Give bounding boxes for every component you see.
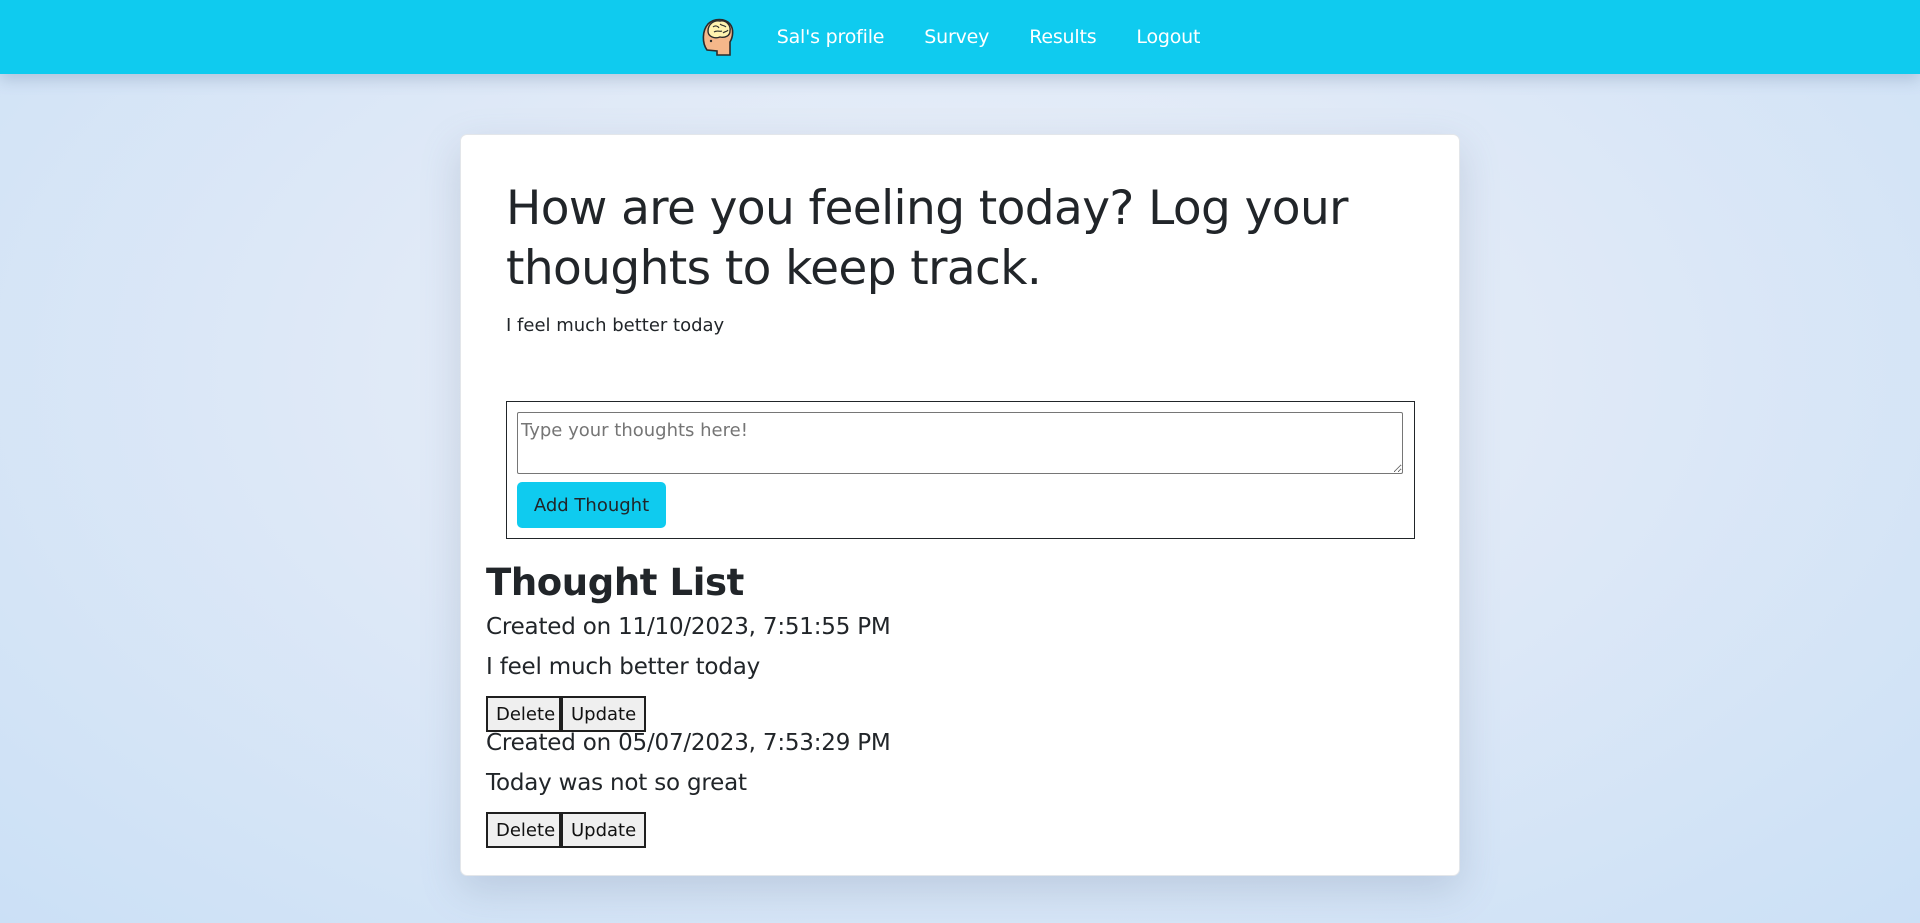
delete-thought-button[interactable]: Delete — [486, 812, 561, 848]
thought-created-date: Created on 05/07/2023, 7:53:29 PM — [486, 730, 891, 756]
thought-created-date: Created on 11/10/2023, 7:51:55 PM — [486, 614, 891, 640]
nav-link-profile[interactable]: Sal's profile — [777, 26, 885, 48]
thought-item: Created on 11/10/2023, 7:51:55 PM I feel… — [486, 614, 1086, 732]
thought-content: I feel much better today — [486, 654, 761, 680]
latest-thought-text: I feel much better today — [506, 315, 725, 336]
thought-input[interactable] — [517, 412, 1403, 474]
brain-head-icon[interactable] — [700, 17, 734, 57]
top-navbar: Sal's profile Survey Results Logout — [0, 0, 1920, 74]
main-card: How are you feeling today? Log your thou… — [460, 134, 1460, 876]
thought-actions: Delete Update — [486, 696, 646, 732]
thought-item: Created on 05/07/2023, 7:53:29 PM Today … — [486, 730, 1086, 848]
nav-container: Sal's profile Survey Results Logout — [700, 0, 1221, 74]
nav-link-survey[interactable]: Survey — [924, 26, 989, 48]
thought-content: Today was not so great — [486, 770, 747, 796]
thought-actions: Delete Update — [486, 812, 646, 848]
thought-list-title: Thought List — [486, 561, 744, 604]
page-title: How are you feeling today? Log your thou… — [506, 181, 1348, 296]
nav-link-logout[interactable]: Logout — [1136, 26, 1200, 48]
update-thought-button[interactable]: Update — [561, 812, 646, 848]
thought-form: Add Thought — [506, 401, 1415, 539]
nav-link-results[interactable]: Results — [1029, 26, 1096, 48]
add-thought-button[interactable]: Add Thought — [517, 482, 666, 528]
update-thought-button[interactable]: Update — [561, 696, 646, 732]
delete-thought-button[interactable]: Delete — [486, 696, 561, 732]
